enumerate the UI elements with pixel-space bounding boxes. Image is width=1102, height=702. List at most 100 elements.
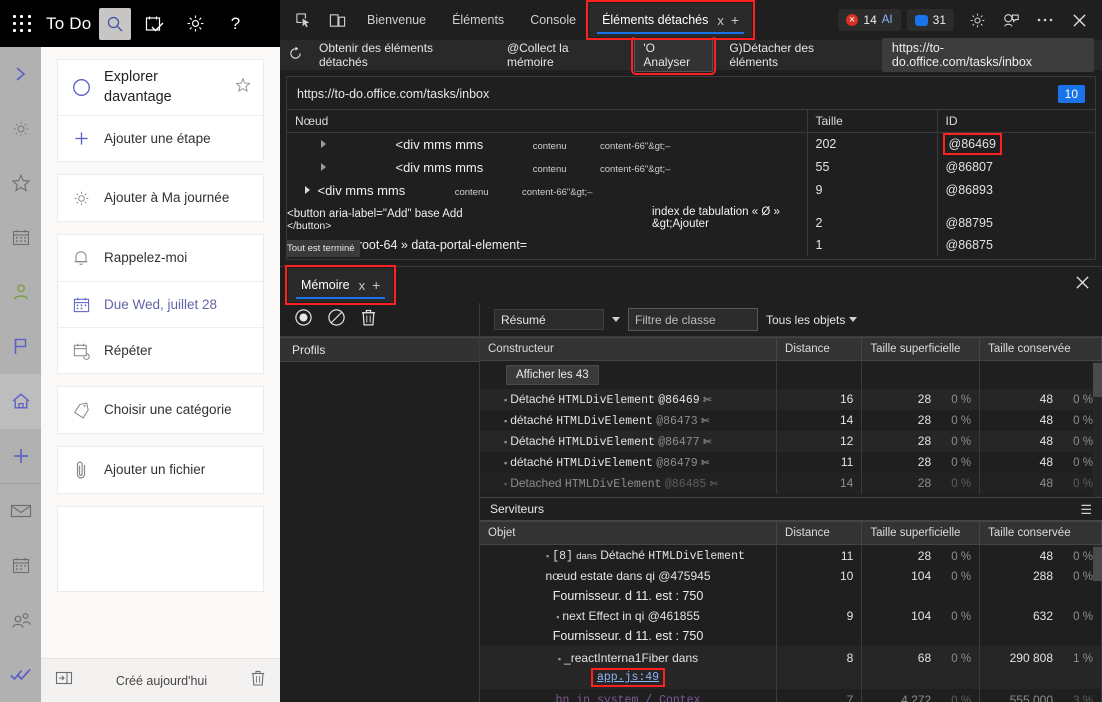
sidebar-item-my-day[interactable]	[0, 102, 41, 157]
messages-badge[interactable]: 31	[906, 9, 954, 31]
expand-triangle-icon[interactable]	[305, 186, 310, 194]
tab-bienvenue[interactable]: Bienvenue	[354, 3, 439, 37]
analyse-button[interactable]: 'O Analyser	[631, 35, 717, 75]
col-node[interactable]: Nœud	[287, 109, 808, 133]
col-retained-size[interactable]: Taille conservée	[979, 337, 1102, 361]
source-link[interactable]: app.js:49	[590, 668, 666, 687]
repeat-row[interactable]: Répéter	[58, 327, 263, 373]
target-url-chip[interactable]: https://to-do.office.com/tasks/inbox	[881, 38, 1094, 72]
table-row[interactable]: ▪ détaché HTMLDivElement @86473 ✄ 14 28 0 …	[480, 409, 1102, 431]
memory-close-button[interactable]	[1075, 275, 1090, 295]
table-row[interactable]: bn in system / Contex 7 4 272 0 % 555 000…	[480, 689, 1102, 702]
expand-triangle-icon[interactable]	[321, 140, 326, 148]
sidebar-item-todo[interactable]	[0, 648, 41, 702]
retainers-scrollbar[interactable]	[1093, 545, 1102, 581]
add-file-row[interactable]: Ajouter un fichier	[58, 447, 263, 493]
expand-bullet-icon[interactable]: ▪	[504, 437, 507, 447]
sidebar-item-people[interactable]	[0, 593, 41, 648]
tab-add-icon[interactable]: +	[372, 277, 380, 293]
scrollbar-thumb[interactable]	[1093, 363, 1102, 397]
add-to-my-day-row[interactable]: Ajouter à Ma journée	[58, 175, 263, 221]
view-select[interactable]: Résumé	[494, 309, 604, 330]
delete-task-button[interactable]	[250, 669, 266, 692]
table-row[interactable]: v mms mms root-64 » data-portal-element=…	[287, 234, 1095, 256]
help-button[interactable]: ?	[219, 8, 251, 40]
expand-bullet-icon[interactable]: ▪	[546, 551, 549, 561]
sidebar-item-calendar[interactable]	[0, 539, 41, 594]
issues-button[interactable]	[996, 5, 1026, 35]
refresh-icon[interactable]	[288, 46, 303, 64]
tab-close-icon[interactable]: x	[717, 13, 724, 28]
tab-console[interactable]: Console	[517, 3, 589, 37]
expand-bullet-icon[interactable]: ▪	[504, 416, 507, 426]
expand-triangle-icon[interactable]	[321, 163, 326, 171]
record-button[interactable]	[294, 308, 313, 332]
tab-close-icon[interactable]: x	[359, 278, 366, 293]
more-menu-button[interactable]	[1030, 5, 1060, 35]
sidebar-item-assigned[interactable]	[0, 265, 41, 320]
errors-badge[interactable]: 14 AI	[838, 9, 901, 31]
class-filter-input[interactable]: Filtre de classe	[628, 308, 758, 331]
constructors-scrollbar[interactable]	[1093, 361, 1102, 497]
remind-me-row[interactable]: Rappelez-moi	[58, 235, 263, 281]
table-row[interactable]: ▪ Détaché HTMLDivElement @86477 ✄ 12 28 0 …	[480, 430, 1102, 452]
table-row[interactable]: nœud estate dans qi @475945 10 104 0 % 28…	[480, 566, 1102, 586]
devtools-settings-button[interactable]	[962, 5, 992, 35]
collapse-pane-icon[interactable]	[55, 671, 73, 690]
hamburger-icon[interactable]: ☰	[1080, 503, 1092, 516]
task-checkbox[interactable]	[70, 78, 92, 97]
task-important-toggle[interactable]	[235, 77, 251, 98]
device-toolbar-icon[interactable]	[322, 5, 352, 35]
tab-elements[interactable]: Éléments	[439, 3, 517, 37]
sidebar-item-mail[interactable]	[0, 484, 41, 539]
search-button[interactable]	[99, 7, 132, 40]
table-row[interactable]: ▪ Detached HTMLDivElement @86485 ✄ 14 28 0…	[480, 472, 1102, 494]
scrollbar-thumb[interactable]	[1093, 547, 1102, 581]
clear-button[interactable]	[327, 308, 346, 332]
col-size[interactable]: Taille	[807, 109, 938, 133]
sidebar-item-expand[interactable]	[0, 47, 41, 102]
col-shallow-size[interactable]: Taille superficielle	[861, 521, 981, 545]
tab-detached-elements[interactable]: Éléments détachés x +	[586, 0, 756, 40]
table-row[interactable]: <div mms mms contenu content-66"&gt;– 55…	[287, 156, 1095, 179]
collect-memory-button[interactable]: @Collect la mémoire	[501, 39, 624, 71]
show-all-row[interactable]: Afficher les 43	[480, 360, 1102, 389]
get-detached-button[interactable]: Obtenir des éléments détachés	[313, 39, 491, 71]
table-row[interactable]: ▪ _reactInterna1Fiber dans app.js:49 8 68…	[480, 646, 1102, 690]
col-shallow-size[interactable]: Taille superficielle	[861, 337, 981, 361]
table-row[interactable]: ▪ Détaché HTMLDivElement @86469 ✄ 16 28 0 …	[480, 388, 1102, 410]
add-step-row[interactable]: Ajouter une étape	[58, 115, 263, 161]
col-distance[interactable]: Distance	[776, 337, 863, 361]
col-distance[interactable]: Distance	[776, 521, 863, 545]
sidebar-item-tasks[interactable]	[0, 374, 41, 429]
task-title-row[interactable]: Explorer davantage	[58, 60, 263, 115]
delete-profile-button[interactable]	[360, 308, 377, 332]
sidebar-item-new-list[interactable]	[0, 429, 41, 484]
expand-bullet-icon[interactable]: ▪	[556, 612, 559, 622]
chevron-down-icon[interactable]	[612, 317, 620, 322]
tab-add-icon[interactable]: +	[731, 12, 739, 28]
table-row[interactable]: ▪ détaché HTMLDivElement @86479 ✄ 11 28 0 …	[480, 451, 1102, 473]
tab-memoire[interactable]: Mémoire x +	[284, 265, 397, 305]
pick-category-row[interactable]: Choisir une catégorie	[58, 387, 263, 433]
expand-bullet-icon[interactable]: ▪	[504, 479, 507, 489]
due-date-row[interactable]: Due Wed, juillet 28	[58, 281, 263, 327]
expand-bullet-icon[interactable]: ▪	[558, 654, 561, 664]
sidebar-item-important[interactable]	[0, 156, 41, 211]
col-retained-size[interactable]: Taille conservée	[979, 521, 1102, 545]
devtools-close-button[interactable]	[1064, 5, 1094, 35]
table-row[interactable]: <div mms mms contenu content-66"&gt;– 20…	[287, 132, 1095, 156]
col-constructor[interactable]: Constructeur	[480, 337, 778, 361]
expand-bullet-icon[interactable]: ▪	[504, 395, 507, 405]
detach-elements-button[interactable]: G)Détacher des éléments	[723, 39, 872, 71]
col-object[interactable]: Objet	[480, 521, 778, 545]
show-all-button[interactable]: Afficher les 43	[506, 364, 599, 385]
table-row[interactable]: <div mms mms contenu content-66"&gt;– 9 …	[287, 179, 1095, 202]
table-row[interactable]: ▪ next Effect in qi @461855 9 104 0 % 632 0…	[480, 606, 1102, 626]
expand-bullet-icon[interactable]: ▪	[504, 458, 507, 468]
tasks-button[interactable]	[139, 8, 171, 40]
settings-button[interactable]	[179, 8, 211, 40]
sidebar-item-flagged[interactable]	[0, 320, 41, 375]
objects-select[interactable]: Tous les objets	[766, 313, 858, 327]
task-note-field[interactable]	[57, 506, 264, 593]
